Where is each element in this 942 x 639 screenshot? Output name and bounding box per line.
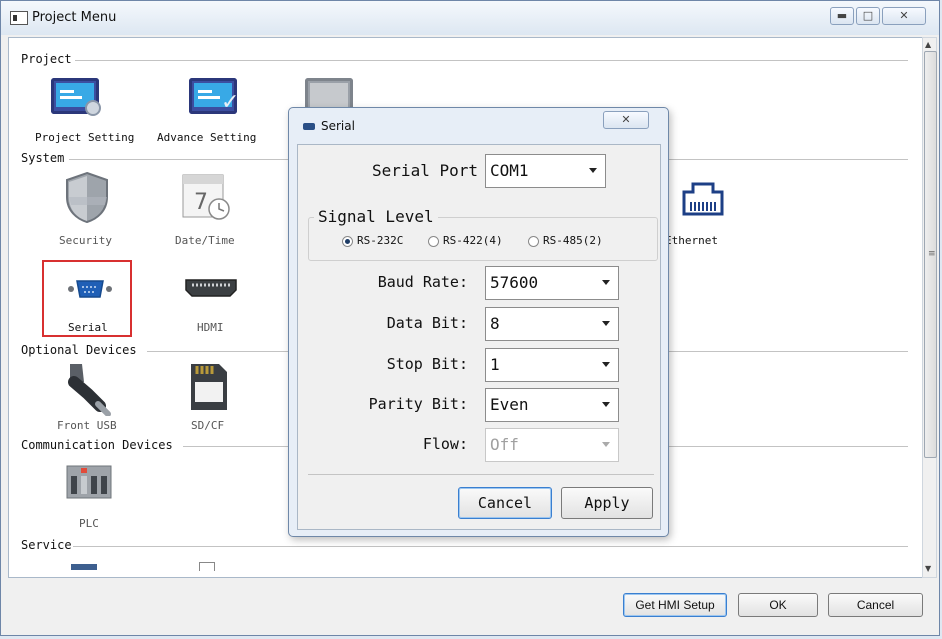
- rs485-label[interactable]: RS-485(2): [543, 234, 603, 247]
- baud-rate-value: 57600: [490, 273, 539, 292]
- calendar-clock-icon[interactable]: 7: [181, 173, 233, 223]
- serial-dialog: Serial ✕ Serial Port COM1 Signal Level R…: [288, 107, 669, 537]
- stop-bit-label: Stop Bit:: [386, 355, 468, 373]
- advance-setting-label[interactable]: Advance Setting: [157, 131, 256, 144]
- divider: [73, 546, 908, 547]
- apply-button[interactable]: Apply: [561, 487, 653, 519]
- cancel-button[interactable]: Cancel: [828, 593, 923, 617]
- plc-icon[interactable]: [65, 462, 113, 502]
- section-service: Service: [21, 538, 72, 552]
- chevron-down-icon: [602, 280, 610, 285]
- security-label[interactable]: Security: [59, 234, 112, 247]
- data-bit-label: Data Bit:: [386, 314, 468, 332]
- dialog-body: Serial Port COM1 Signal Level RS-232C RS…: [297, 144, 661, 530]
- parity-bit-select[interactable]: Even: [485, 388, 619, 422]
- data-bit-select[interactable]: 8: [485, 307, 619, 341]
- plc-label[interactable]: PLC: [79, 517, 99, 530]
- ethernet-label[interactable]: Ethernet: [665, 234, 718, 247]
- section-optional-devices: Optional Devices: [21, 343, 137, 357]
- chevron-down-icon: [602, 321, 610, 326]
- svg-text:7: 7: [194, 190, 208, 215]
- front-usb-label[interactable]: Front USB: [57, 419, 117, 432]
- minimize-icon[interactable]: ▬: [830, 7, 854, 25]
- vertical-scrollbar[interactable]: ▲ ≡ ▼: [922, 37, 937, 578]
- stop-bit-value: 1: [490, 355, 500, 374]
- chevron-down-icon: [602, 402, 610, 407]
- serial-port-label: Serial Port: [372, 161, 478, 180]
- scroll-down-icon[interactable]: ▼: [925, 564, 931, 573]
- rs485-radio[interactable]: [528, 236, 539, 247]
- rs232c-label[interactable]: RS-232C: [357, 234, 403, 247]
- close-icon[interactable]: ✕: [882, 7, 926, 25]
- section-communication-devices: Communication Devices: [21, 438, 173, 452]
- chevron-down-icon: [589, 168, 597, 173]
- stop-bit-select[interactable]: 1: [485, 348, 619, 382]
- hdmi-icon[interactable]: [184, 276, 238, 298]
- serial-highlight: [42, 260, 132, 337]
- scroll-up-icon[interactable]: ▲: [925, 40, 931, 49]
- sdcf-label[interactable]: SD/CF: [191, 419, 224, 432]
- scroll-thumb[interactable]: ≡: [924, 51, 937, 458]
- section-system: System: [21, 151, 65, 165]
- app-icon: [10, 11, 28, 25]
- advance-setting-icon[interactable]: ✓: [189, 78, 239, 114]
- baud-rate-select[interactable]: 57600: [485, 266, 619, 300]
- title-bar[interactable]: Project Menu ▬ □ ✕: [1, 1, 939, 35]
- get-hmi-setup-button[interactable]: Get HMI Setup: [623, 593, 727, 617]
- ethernet-icon[interactable]: [679, 178, 727, 218]
- rs422-radio[interactable]: [428, 236, 439, 247]
- dialog-close-icon[interactable]: ✕: [603, 111, 649, 129]
- chevron-down-icon: [602, 362, 610, 367]
- usb-cable-icon[interactable]: [64, 360, 114, 416]
- maximize-icon[interactable]: □: [856, 7, 880, 25]
- project-setting-label[interactable]: Project Setting: [35, 131, 134, 144]
- divider: [75, 60, 908, 61]
- dialog-title: Serial: [321, 119, 355, 133]
- baud-rate-label: Baud Rate:: [377, 273, 468, 291]
- flow-select: Off: [485, 428, 619, 462]
- flow-label: Flow:: [422, 435, 468, 453]
- ok-button[interactable]: OK: [738, 593, 818, 617]
- divider: [308, 474, 654, 475]
- service-icon[interactable]: [71, 564, 97, 570]
- signal-level-label: Signal Level: [314, 207, 438, 226]
- serial-port-value: COM1: [490, 161, 529, 180]
- hdmi-label[interactable]: HDMI: [197, 321, 224, 334]
- flow-value: Off: [490, 435, 519, 454]
- sd-card-icon[interactable]: [189, 362, 229, 412]
- dialog-cancel-button[interactable]: Cancel: [458, 487, 552, 519]
- data-bit-value: 8: [490, 314, 500, 333]
- rs422-label[interactable]: RS-422(4): [443, 234, 503, 247]
- rs232c-radio[interactable]: [342, 236, 353, 247]
- parity-bit-value: Even: [490, 395, 529, 414]
- section-project: Project: [21, 52, 72, 66]
- service-icon[interactable]: [199, 562, 215, 571]
- window-title: Project Menu: [32, 10, 117, 25]
- parity-bit-label: Parity Bit:: [368, 395, 468, 413]
- chevron-down-icon: [602, 442, 610, 447]
- serial-window-icon: [303, 123, 315, 130]
- serial-port-select[interactable]: COM1: [485, 154, 606, 188]
- project-setting-icon[interactable]: [51, 78, 101, 116]
- shield-icon[interactable]: [64, 171, 110, 223]
- dialog-title-bar[interactable]: Serial ✕: [289, 108, 668, 142]
- datetime-label[interactable]: Date/Time: [175, 234, 235, 247]
